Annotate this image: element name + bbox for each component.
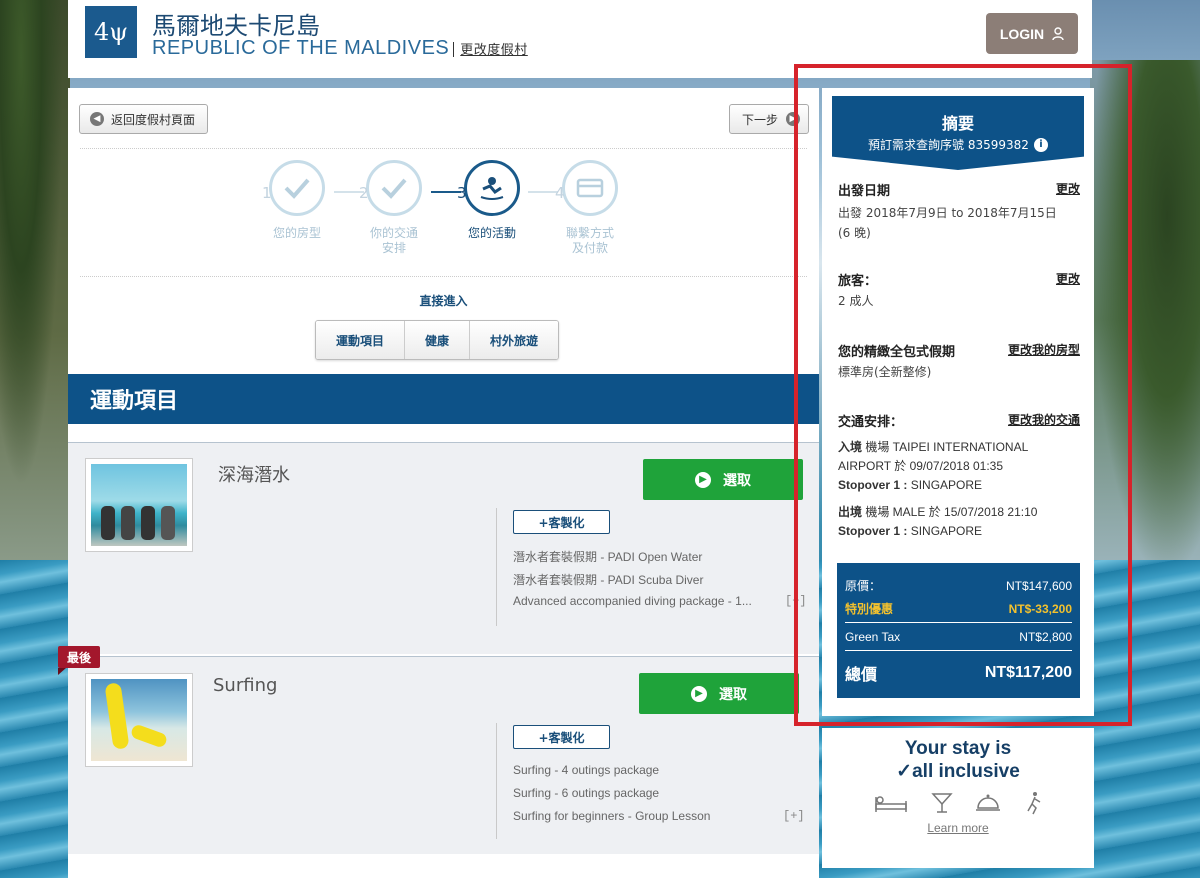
- option-item[interactable]: Advanced accompanied diving package - 1.…: [513, 594, 752, 608]
- step-room[interactable]: 1 您的房型: [257, 160, 337, 241]
- step-circle: [464, 160, 520, 216]
- step-activities[interactable]: 3 您的活動: [452, 160, 532, 241]
- main-panel: ◀ 返回度假村頁面 下一步 ▶ 1 您的房型 2 你的交通 安排 3 您的活動 …: [68, 88, 819, 878]
- section-title: 運動項目: [68, 374, 819, 424]
- option-item[interactable]: 潛水者套裝假期 - PADI Open Water: [513, 548, 702, 565]
- chevron-right-icon: ▶: [695, 471, 711, 488]
- select-button[interactable]: ▶ 選取: [643, 459, 803, 500]
- credit-card-icon: [576, 178, 604, 198]
- activity-thumbnail: [85, 458, 193, 552]
- last-badge: 最後: [58, 646, 101, 675]
- tab-sports[interactable]: 運動項目: [316, 321, 406, 359]
- step-number: 4: [555, 184, 565, 202]
- category-tabs: 運動項目 健康 村外旅遊: [315, 320, 560, 360]
- activity-thumbnail: [85, 673, 193, 767]
- step-number: 2: [359, 184, 369, 202]
- learn-more-link[interactable]: Learn more: [822, 821, 1094, 835]
- surfboards-image: [91, 679, 187, 761]
- select-button[interactable]: ▶ 選取: [639, 673, 799, 714]
- activity-card-surfing: Surfing ▶ 選取 +客製化 Surfing - 4 outings pa…: [68, 656, 819, 854]
- customize-button[interactable]: +客製化: [513, 510, 610, 534]
- user-icon: [1052, 26, 1064, 40]
- red-highlight-frame: [794, 64, 1132, 726]
- step-circle: [562, 160, 618, 216]
- change-resort-link[interactable]: 更改度假村: [453, 42, 528, 57]
- divider: [80, 148, 807, 149]
- resort-name-en: REPUBLIC OF THE MALDIVES 更改度假村: [152, 37, 528, 60]
- options-column: +客製化 Surfing - 4 outings package Surfing…: [496, 723, 806, 839]
- background-palm-left: [0, 0, 70, 560]
- tab-wellness[interactable]: 健康: [405, 321, 471, 359]
- diving-tanks-image: [91, 464, 187, 546]
- divider: [80, 276, 807, 277]
- option-item[interactable]: Surfing - 4 outings package: [513, 763, 659, 777]
- step-label: 您的活動: [467, 226, 516, 240]
- all-inclusive-line1: Your stay is: [904, 738, 1012, 759]
- chevron-right-icon: ▶: [691, 685, 707, 702]
- tab-excursions[interactable]: 村外旅遊: [470, 321, 559, 359]
- step-number: 1: [262, 184, 272, 202]
- checkmark-icon: [381, 178, 407, 199]
- step-transport[interactable]: 2 你的交通 安排: [354, 160, 434, 256]
- all-inclusive-box: Your stay is ✓all inclusive Learn more: [822, 728, 1094, 868]
- option-item[interactable]: 潛水者套裝假期 - PADI Scuba Diver: [513, 571, 703, 588]
- section-gap: [68, 424, 819, 442]
- next-label: 下一步: [741, 112, 778, 127]
- step-payment[interactable]: 4 聯繫方式 及付款: [550, 160, 630, 256]
- chevron-left-icon: ◀: [90, 112, 104, 126]
- step-number: 3: [457, 184, 467, 202]
- activity-card-diving: 深海潛水 ▶ 選取 +客製化 潛水者套裝假期 - PADI Open Water…: [68, 442, 819, 654]
- step-label: 你的交通 安排: [369, 226, 418, 255]
- bed-icon: [875, 796, 907, 812]
- login-button[interactable]: LOGIN: [986, 13, 1078, 54]
- back-to-resort-button[interactable]: ◀ 返回度假村頁面: [79, 104, 209, 134]
- option-item[interactable]: Surfing for beginners - Group Lesson: [513, 809, 710, 823]
- step-label: 您的房型: [272, 226, 321, 240]
- select-label: 選取: [723, 472, 751, 489]
- activity-name: 深海潛水: [218, 465, 290, 486]
- customize-button[interactable]: +客製化: [513, 725, 610, 749]
- resort-name-cn: 馬爾地夫卡尼島: [152, 12, 320, 40]
- activity-name: Surfing: [213, 675, 278, 696]
- sport-person-icon: [1027, 792, 1041, 815]
- back-label: 返回度假村頁面: [111, 112, 196, 127]
- options-column: +客製化 潛水者套裝假期 - PADI Open Water 潛水者套裝假期 -…: [496, 508, 807, 626]
- direct-access-title: 直接進入: [419, 294, 468, 308]
- checkmark-icon: [284, 178, 310, 199]
- activity-person-icon: [480, 177, 504, 200]
- inclusive-icons: [822, 791, 1094, 815]
- resort-name-en-text: REPUBLIC OF THE MALDIVES: [152, 37, 450, 59]
- login-label: LOGIN: [999, 25, 1045, 42]
- all-inclusive-line2: ✓all inclusive: [896, 761, 1020, 782]
- option-item[interactable]: Surfing - 6 outings package: [513, 786, 659, 800]
- select-label: 選取: [719, 686, 747, 703]
- cocktail-icon: [931, 793, 953, 813]
- step-circle: [269, 160, 325, 216]
- progress-steps: 1 您的房型 2 你的交通 安排 3 您的活動 4 聯繫方式 及付款: [68, 160, 819, 270]
- club-med-logo[interactable]: 4ψ: [85, 6, 137, 58]
- expand-options-button[interactable]: [+]: [783, 809, 805, 823]
- step-label: 聯繫方式 及付款: [565, 226, 614, 255]
- food-cloche-icon: [976, 794, 1000, 811]
- step-circle: [366, 160, 422, 216]
